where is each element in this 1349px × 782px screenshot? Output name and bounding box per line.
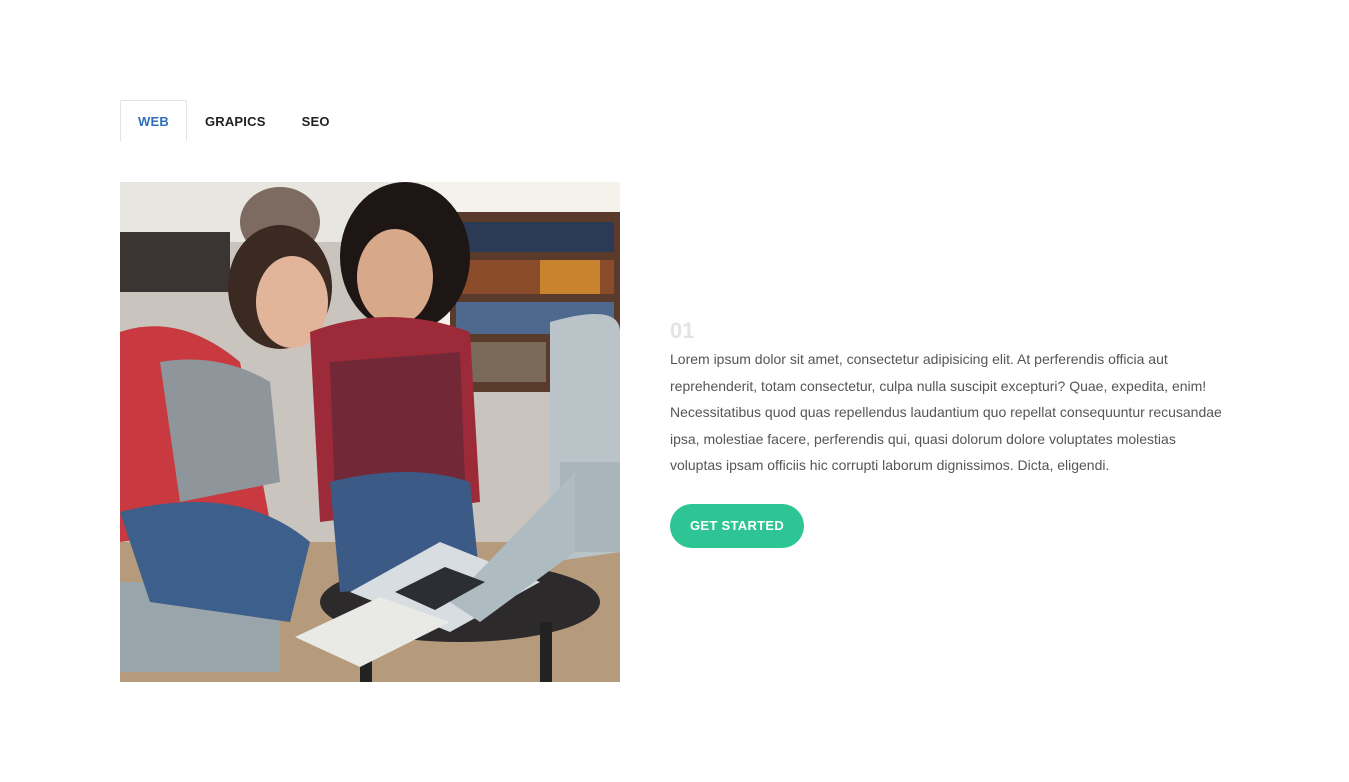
tab-seo[interactable]: SEO: [284, 100, 348, 141]
feature-description: Lorem ipsum dolor sit amet, consectetur …: [670, 351, 1222, 473]
tab-bar: WEB GRAPICS SEO: [120, 100, 348, 143]
tab-grapics[interactable]: GRAPICS: [187, 100, 284, 141]
feature-content: 01 Lorem ipsum dolor sit amet, consectet…: [670, 318, 1230, 548]
step-number: 01: [670, 318, 695, 343]
tab-web[interactable]: WEB: [120, 100, 187, 141]
page: WEB GRAPICS SEO 01 Lorem ipsum dolor sit…: [0, 0, 1349, 782]
feature-image: [120, 182, 620, 682]
get-started-button[interactable]: GET STARTED: [670, 503, 804, 548]
